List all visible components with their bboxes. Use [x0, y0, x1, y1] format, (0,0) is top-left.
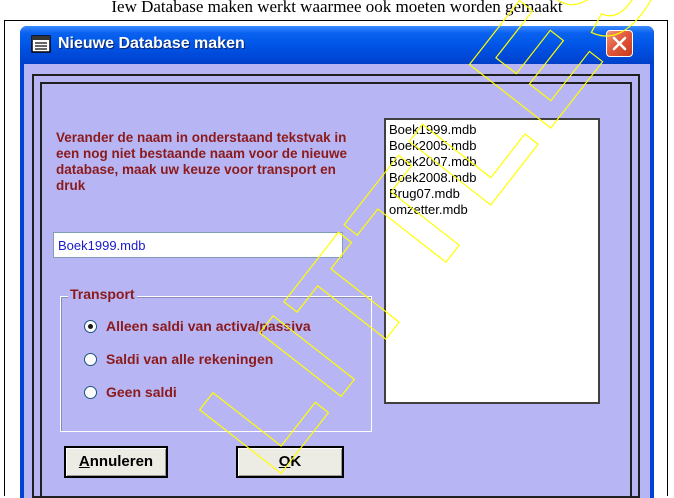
instruction-text: Verander de naam in onderstaand tekstvak…: [56, 130, 348, 193]
ok-accelerator: O: [278, 453, 291, 470]
list-item[interactable]: Boek2005.mdb: [389, 138, 595, 154]
database-name-input[interactable]: [53, 232, 343, 258]
title-bar[interactable]: Nieuwe Database maken: [20, 26, 654, 64]
radio-button[interactable]: [84, 319, 97, 333]
list-item[interactable]: Boek2007.mdb: [389, 154, 595, 170]
transport-legend: Transport: [68, 286, 137, 302]
page-caption: Iew Database maken werkt waarmee ook moe…: [111, 0, 563, 16]
dialog-client-area: Verander de naam in onderstaand tekstvak…: [24, 64, 650, 498]
dialog-window: Nieuwe Database maken Verander de naam i…: [20, 26, 654, 498]
cancel-button[interactable]: Annuleren: [64, 446, 168, 478]
close-button[interactable]: [606, 30, 633, 57]
close-icon: [612, 36, 627, 51]
ok-button[interactable]: OK: [236, 446, 344, 478]
radio-button[interactable]: [84, 385, 97, 399]
radio-label: Saldi van alle rekeningen: [106, 351, 274, 367]
window-title: Nieuwe Database maken: [58, 35, 245, 52]
radio-option-geen-saldi[interactable]: Geen saldi: [84, 382, 177, 402]
database-icon: [31, 35, 51, 53]
list-item[interactable]: Boek1999.mdb: [389, 122, 595, 138]
list-item[interactable]: Boek2008.mdb: [389, 170, 595, 186]
radio-option-alle-rekeningen[interactable]: Saldi van alle rekeningen: [84, 349, 273, 369]
radio-option-activa-passiva[interactable]: Alleen saldi van activa/passiva: [84, 316, 311, 336]
radio-label: Geen saldi: [106, 384, 177, 400]
list-item[interactable]: omzetter.mdb: [389, 202, 595, 218]
radio-label: Alleen saldi van activa/passiva: [106, 318, 311, 334]
cancel-label: nnuleren: [89, 453, 154, 470]
ok-label: K: [290, 453, 302, 470]
radio-button[interactable]: [84, 352, 97, 366]
database-file-list[interactable]: Boek1999.mdb Boek2005.mdb Boek2007.mdb B…: [384, 118, 600, 404]
cancel-accelerator: A: [78, 453, 90, 470]
list-item[interactable]: Brug07.mdb: [389, 186, 595, 202]
